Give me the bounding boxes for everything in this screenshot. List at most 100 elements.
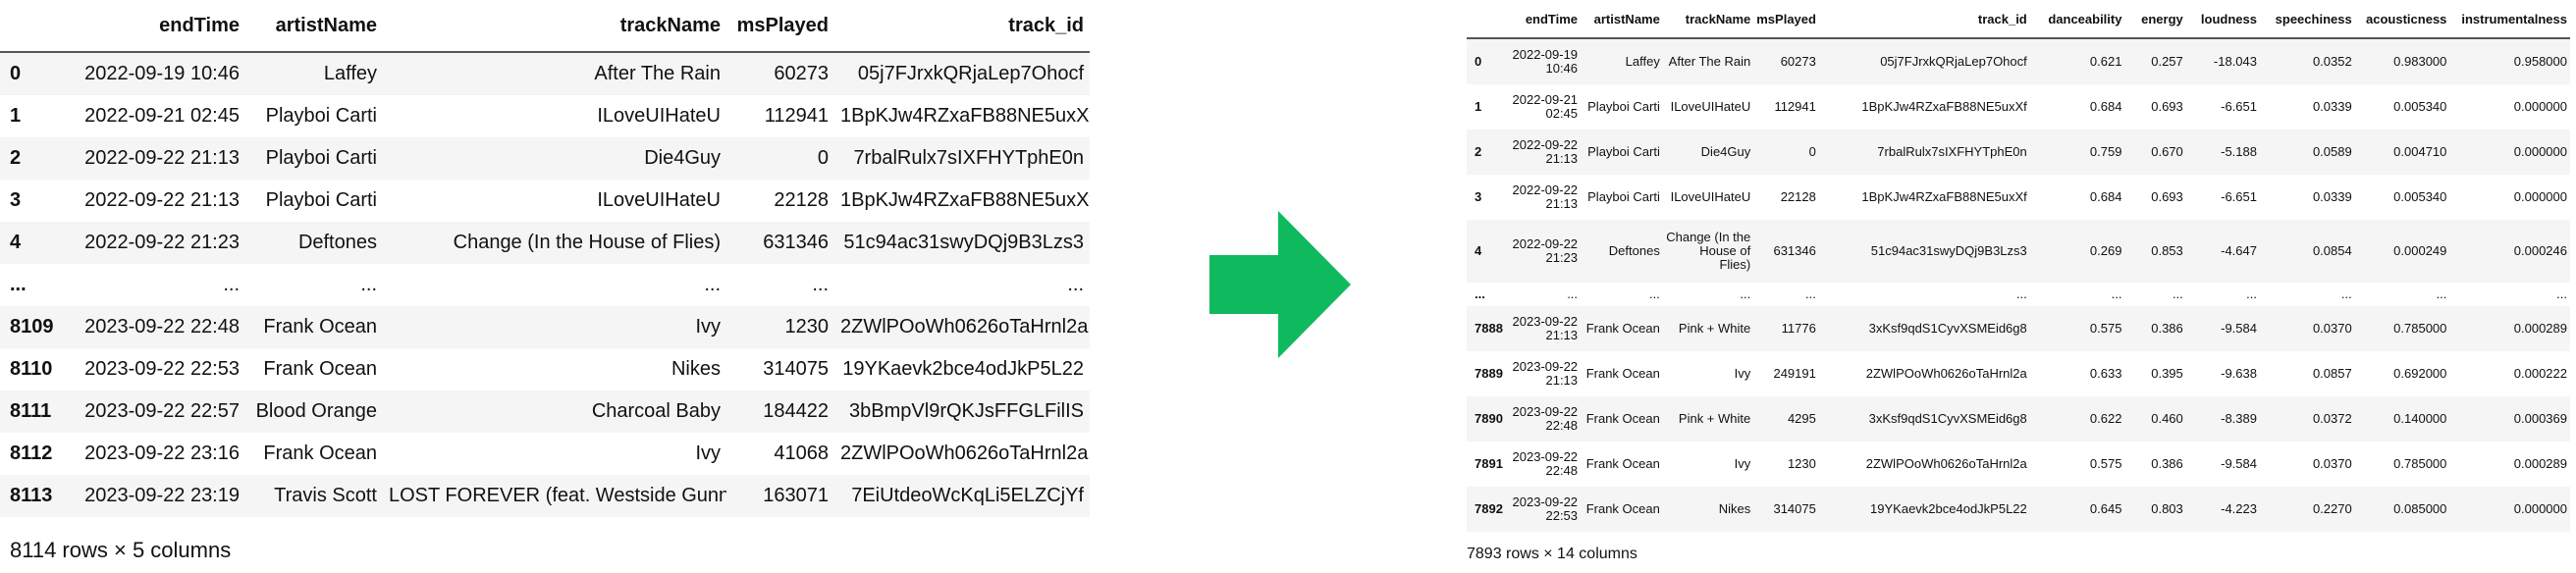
table-cell: 0.983000 <box>2393 54 2447 69</box>
table-cell: 51c94ac31swyDQj9B3Lzs3 <box>1870 243 2027 258</box>
left-table-header: endTime artistName trackName msPlayed tr… <box>0 0 1090 53</box>
table-cell: Frank Ocean <box>1585 321 1660 336</box>
table-row: 8113 2023-09-22 23:19 Travis Scott LOST FOR… <box>0 475 1090 517</box>
table-cell: 3xKsf9qdS1CyvXSMEid6g8 <box>1868 321 2027 336</box>
row-index: 3 <box>10 189 22 211</box>
table-cell: 3bBmpVl9rQKJsFFGLFilIS <box>849 400 1084 422</box>
table-cell: 3xKsf9qdS1CyvXSMEid6g8 <box>1868 411 2027 426</box>
column-header-trackname: trackName <box>383 0 726 53</box>
index-header <box>1467 0 1509 39</box>
table-cell: 0.460 <box>2151 411 2183 426</box>
table-cell: 2023-09-22 23:19 <box>84 485 240 506</box>
column-header-speechiness: speechiness <box>2260 0 2355 39</box>
table-cell: 1BpKJw4RZxaFB88NE5uxXf <box>840 189 1090 211</box>
table-cell: Frank Ocean <box>1585 411 1660 426</box>
column-header-track-id: track_id <box>1818 0 2030 39</box>
table-cell: -9.584 <box>2221 321 2257 336</box>
ellipsis-row: .................. <box>0 264 1090 306</box>
row-index: 0 <box>1475 54 1482 69</box>
table-cell: 314075 <box>1773 501 1816 516</box>
row-index: 3 <box>1475 189 1482 204</box>
table-cell: 163071 <box>763 485 829 506</box>
table-cell: 0.000369 <box>2513 411 2567 426</box>
table-row: 1 2022-09-21 02:45 Playboi Carti ILoveUIHat… <box>1467 84 2570 130</box>
table-cell: 0.0339 <box>2312 189 2352 204</box>
table-cell: ... <box>223 274 240 295</box>
table-cell: ... <box>2436 286 2447 301</box>
header-row: endTime artistName trackName msPlayed tr… <box>0 0 1090 53</box>
right-dataframe: endTime artistName trackName msPlayed tr… <box>1467 0 2570 532</box>
table-cell: Change (In the House of Flies) <box>453 232 721 253</box>
table-cell: 0.000289 <box>2513 321 2567 336</box>
row-index: 4 <box>1475 243 1482 258</box>
table-cell: Nikes <box>1718 501 1751 516</box>
table-cell: 2022-09-22 21:23 <box>84 232 240 253</box>
table-cell: 0.386 <box>2151 456 2183 471</box>
row-index: 1 <box>1475 99 1482 114</box>
table-cell: 0.395 <box>2151 366 2183 381</box>
table-cell: 2022-09-19 10:46 <box>1512 47 1579 76</box>
table-cell: 0.085000 <box>2393 501 2447 516</box>
table-cell: 2023-09-22 21:13 <box>1512 314 1579 342</box>
table-cell: 2023-09-22 22:53 <box>84 358 240 380</box>
table-cell: 0.0854 <box>2312 243 2352 258</box>
table-cell: Change (In the House of Flies) <box>1666 230 1751 272</box>
column-header-artistname: artistName <box>245 0 383 53</box>
row-index: 8109 <box>10 316 54 338</box>
table-cell: 0.0372 <box>2312 411 2352 426</box>
table-cell: 05j7FJrxkQRjaLep7Ohocf <box>857 63 1084 84</box>
table-cell: -4.223 <box>2221 501 2257 516</box>
left-dataframe: endTime artistName trackName msPlayed tr… <box>0 0 1090 517</box>
index-header <box>0 0 79 53</box>
table-row: 2 2022-09-22 21:13 Playboi Carti Die4Guy 0 7r… <box>1467 130 2570 175</box>
table-cell: 2023-09-22 22:48 <box>1512 404 1579 433</box>
table-cell: 2022-09-19 10:46 <box>84 63 240 84</box>
column-header-msplayed: msPlayed <box>726 0 834 53</box>
table-cell: 249191 <box>1773 366 1816 381</box>
table-cell: 0.692000 <box>2393 366 2447 381</box>
column-header-msplayed: msPlayed <box>1753 0 1819 39</box>
table-cell: 2022-09-22 21:13 <box>1512 182 1579 211</box>
table-cell: 0.000000 <box>2513 99 2567 114</box>
table-cell: 1BpKJw4RZxaFB88NE5uxXf <box>1861 189 2027 204</box>
table-cell: 0.000000 <box>2513 501 2567 516</box>
table-row: 8110 2023-09-22 22:53 Frank Ocean Nikes 3140… <box>0 348 1090 391</box>
table-cell: LOST FOREVER (feat. Westside Gunn) <box>389 485 726 506</box>
table-cell: -9.584 <box>2221 456 2257 471</box>
table-cell: 19YKaevk2bce4odJkP5L22 <box>842 358 1084 380</box>
table-cell: Frank Ocean <box>1585 456 1660 471</box>
table-cell: 0.000289 <box>2513 456 2567 471</box>
row-index: 2 <box>10 147 22 169</box>
table-cell: 0.005340 <box>2393 99 2447 114</box>
table-cell: 0.693 <box>2151 189 2183 204</box>
column-header-endtime: endTime <box>1508 0 1582 39</box>
table-row: 7889 2023-09-22 21:13 Frank Ocean Ivy 249191… <box>1467 351 2570 396</box>
table-cell: 0.785000 <box>2393 321 2447 336</box>
table-cell: 0.670 <box>2151 144 2183 159</box>
table-cell: Frank Ocean <box>263 316 377 338</box>
table-cell: Frank Ocean <box>1585 501 1660 516</box>
table-cell: 0 <box>1808 144 1816 159</box>
table-cell: 2022-09-22 21:13 <box>1512 137 1579 166</box>
table-cell: 0.0370 <box>2312 456 2352 471</box>
table-cell: 0.0589 <box>2312 144 2352 159</box>
table-cell: 0.000000 <box>2513 144 2567 159</box>
table-row: 3 2022-09-22 21:13 Playboi Carti ILoveUIHat… <box>0 180 1090 222</box>
table-cell: 0.633 <box>2089 366 2122 381</box>
table-cell: 0.622 <box>2089 411 2122 426</box>
table-cell: ... <box>1805 286 1816 301</box>
table-cell: 2023-09-22 22:48 <box>84 316 240 338</box>
table-cell: 0.0370 <box>2312 321 2352 336</box>
table-cell: ... <box>704 274 721 295</box>
table-cell: 314075 <box>763 358 829 380</box>
table-cell: 2023-09-22 22:48 <box>1512 449 1579 478</box>
table-row: 8109 2023-09-22 22:48 Frank Ocean Ivy 1230 2Z… <box>0 306 1090 348</box>
table-cell: 112941 <box>764 105 829 127</box>
table-cell: 0.785000 <box>2393 456 2447 471</box>
table-cell: Die4Guy <box>644 147 721 169</box>
table-cell: 2ZWlPOoWh0626oTaHrnl2a <box>840 443 1089 464</box>
table-cell: 0.004710 <box>2393 144 2447 159</box>
table-cell: 0.759 <box>2089 144 2122 159</box>
table-cell: Frank Ocean <box>263 443 377 464</box>
table-cell: 0.000249 <box>2393 243 2447 258</box>
